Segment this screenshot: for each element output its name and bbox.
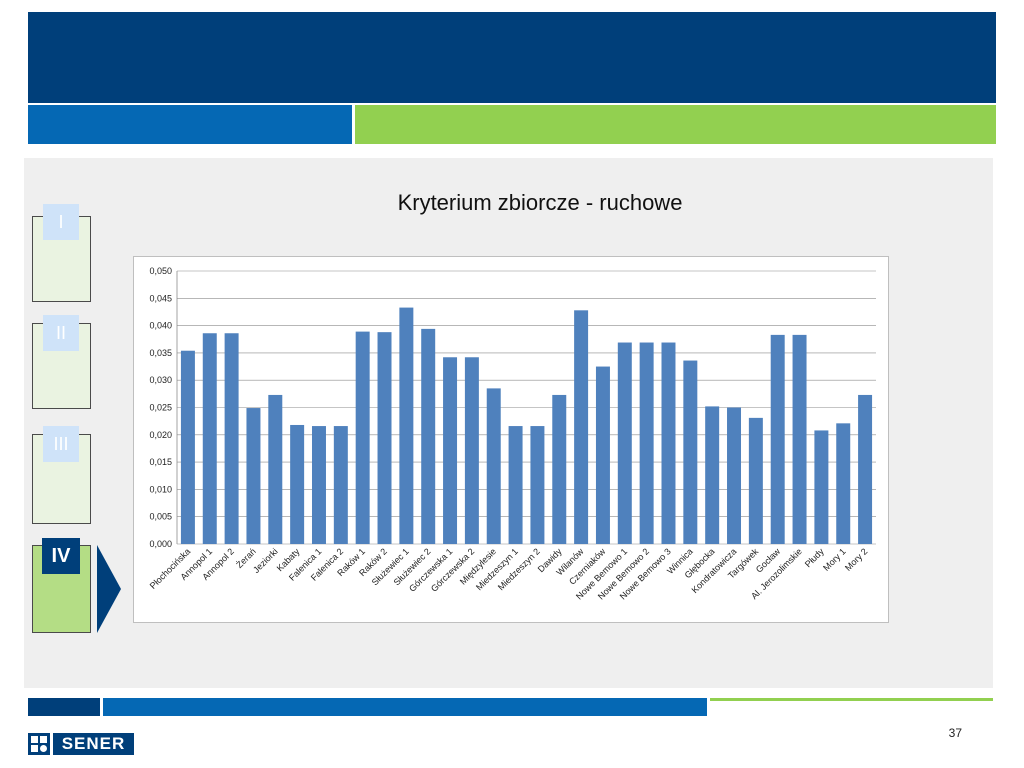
footer-bar-navy (28, 698, 100, 716)
bar (683, 360, 698, 544)
bar (661, 342, 676, 544)
bar (311, 426, 326, 544)
sener-logo-icon (28, 733, 50, 755)
y-tick-label: 0,030 (149, 375, 172, 385)
nav-tab-4-active[interactable]: IV (42, 538, 80, 574)
bar (574, 310, 589, 544)
bar (639, 342, 654, 544)
y-tick-label: 0,020 (149, 430, 172, 440)
footer-bar-blue (103, 698, 707, 716)
bar (399, 307, 414, 544)
header-subbar-blue (28, 105, 352, 144)
nav-tab-3[interactable]: III (43, 426, 79, 462)
bar (355, 331, 370, 544)
bar (705, 406, 720, 544)
bar (814, 430, 829, 544)
header-subbar-green (355, 105, 996, 144)
footer-line-green (710, 698, 993, 701)
bar (268, 394, 283, 544)
bar (552, 394, 567, 544)
bar (421, 328, 436, 544)
y-tick-label: 0,005 (149, 512, 172, 522)
y-tick-label: 0,040 (149, 321, 172, 331)
bar (595, 366, 610, 544)
y-tick-label: 0,025 (149, 403, 172, 413)
x-tick-label: Mory 1 (821, 546, 848, 573)
bar (836, 423, 851, 544)
bar (377, 332, 392, 544)
bar (530, 426, 545, 544)
bar (486, 388, 501, 544)
bar (224, 333, 239, 544)
nav-tab-1[interactable]: I (43, 204, 79, 240)
bar (202, 333, 217, 544)
y-tick-label: 0,050 (149, 266, 172, 276)
bar (333, 426, 348, 544)
bar (858, 394, 873, 544)
y-tick-label: 0,045 (149, 293, 172, 303)
bar (464, 357, 479, 544)
bar (727, 407, 742, 544)
bar (617, 342, 632, 544)
y-tick-label: 0,000 (149, 539, 172, 549)
page-number: 37 (948, 726, 962, 740)
bar (770, 334, 785, 544)
x-tick-label: Mory 2 (843, 546, 870, 573)
x-tick-label: Jeziorki (251, 546, 280, 575)
sener-logo: SENER (28, 733, 134, 755)
bar (246, 408, 261, 544)
sener-logo-text: SENER (53, 733, 134, 755)
nav-tab-2[interactable]: II (43, 315, 79, 351)
header-banner (28, 12, 996, 103)
active-section-arrow-icon (97, 545, 121, 633)
bar-chart: 0,000 0,005 0,010 0,015 0,020 0,025 0,030 0,035… (148, 266, 876, 602)
y-tick-label: 0,010 (149, 484, 172, 494)
bar (508, 426, 523, 544)
y-tick-label: 0,015 (149, 457, 172, 467)
chart-title: Kryterium zbiorcze - ruchowe (397, 190, 683, 215)
bar (748, 417, 763, 544)
chart-area: 0,000 0,005 0,010 0,015 0,020 0,025 0,030 0,035… (133, 256, 889, 623)
bar (443, 357, 458, 544)
bar (792, 334, 807, 544)
bar (290, 424, 305, 544)
bar (180, 350, 195, 544)
y-tick-label: 0,035 (149, 348, 172, 358)
